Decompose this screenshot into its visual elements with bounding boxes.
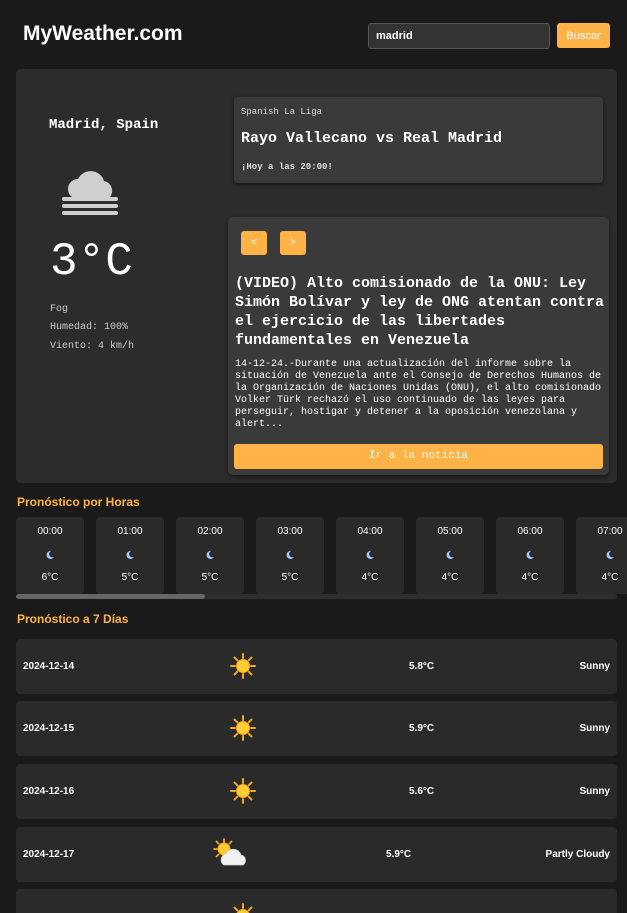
hour-time: 06:00: [517, 526, 543, 537]
day-condition: Sunny: [579, 786, 610, 797]
hour-time: 05:00: [437, 526, 463, 537]
hour-temp: 4°C: [441, 572, 459, 583]
sun-icon: [233, 903, 253, 913]
day-condition: Sunny: [579, 661, 610, 672]
site-logo[interactable]: MyWeather.com: [23, 22, 183, 46]
day-row: 2024-12-17 5.9°C Partly Cloudy: [16, 827, 617, 882]
moon-icon: [206, 550, 214, 559]
hour-time: 07:00: [597, 526, 623, 537]
day-date: 2024-12-14: [23, 661, 75, 672]
hour-card: 02:00 5°C: [176, 517, 244, 594]
news-link-button[interactable]: Ir a la noticia: [234, 444, 603, 469]
news-body: 14-12-24.-Durante una actualización del …: [235, 359, 602, 430]
day-date: 2024-12-15: [23, 723, 75, 734]
hourly-title: Pronóstico por Horas: [17, 495, 140, 509]
hour-time: 03:00: [277, 526, 303, 537]
moon-icon: [286, 550, 294, 559]
partly-cloudy-icon: [213, 838, 246, 866]
hour-card: 03:00 5°C: [256, 517, 324, 594]
moon-icon: [526, 550, 534, 559]
hour-temp: 6°C: [41, 572, 59, 583]
day-temp: 5.6°C: [409, 786, 435, 797]
sun-icon: [230, 653, 256, 679]
moon-icon: [446, 550, 454, 559]
day-row: [16, 889, 617, 913]
hour-card: 04:00 4°C: [336, 517, 404, 594]
moon-icon: [46, 550, 54, 559]
moon-icon: [606, 550, 614, 559]
sun-icon: [230, 715, 256, 741]
day-condition: Sunny: [579, 723, 610, 734]
daily-title: Pronóstico a 7 Días: [17, 612, 129, 626]
moon-icon: [126, 550, 134, 559]
wind-text: Viento: 4 km/h: [50, 341, 135, 352]
day-date: 2024-12-17: [23, 849, 75, 860]
hourly-strip[interactable]: 00:00 6°C 01:00 5°C 02:00 5°C 03:00 5°C …: [16, 517, 627, 594]
hour-time: 02:00: [197, 526, 223, 537]
hour-card: 01:00 5°C: [96, 517, 164, 594]
hour-card: 06:00 4°C: [496, 517, 564, 594]
match-time: ¡Hoy a las 20:00!: [241, 162, 333, 172]
day-temp: 5.9°C: [409, 723, 435, 734]
day-row: 2024-12-14 5.8°C Sunny: [16, 639, 617, 694]
sun-icon: [230, 778, 256, 804]
match-league: Spanish La Liga: [241, 107, 323, 117]
hour-time: 00:00: [37, 526, 63, 537]
search-button[interactable]: Buscar: [557, 23, 610, 48]
moon-icon: [366, 550, 374, 559]
hourly-scrollbar-thumb[interactable]: [16, 594, 205, 599]
hour-time: 04:00: [357, 526, 383, 537]
condition-text: Fog: [50, 304, 69, 315]
hour-temp: 5°C: [281, 572, 299, 583]
search-input[interactable]: [368, 23, 550, 49]
day-condition: Partly Cloudy: [545, 849, 610, 860]
city-name: Madrid, Spain: [49, 117, 159, 133]
news-title: (VIDEO) Alto comisionado de la ONU: Ley …: [235, 275, 605, 349]
day-temp: 5.8°C: [409, 661, 435, 672]
fog-icon: [62, 171, 118, 215]
hour-temp: 4°C: [361, 572, 379, 583]
hour-temp: 5°C: [201, 572, 219, 583]
day-temp: 5.9°C: [386, 849, 412, 860]
header: MyWeather.com Buscar: [0, 0, 627, 70]
news-prev-button[interactable]: <: [241, 231, 267, 255]
hour-time: 01:00: [117, 526, 143, 537]
hour-temp: 5°C: [121, 572, 139, 583]
day-date: 2024-12-16: [23, 786, 75, 797]
humidity-text: Humedad: 100%: [50, 322, 129, 333]
day-row: 2024-12-15 5.9°C Sunny: [16, 701, 617, 756]
news-next-button[interactable]: >: [280, 231, 306, 255]
hour-card: 00:00 6°C: [16, 517, 84, 594]
hour-card: 05:00 4°C: [416, 517, 484, 594]
current-temperature: 3°C: [50, 236, 133, 288]
match-teams: Rayo Vallecano vs Real Madrid: [241, 130, 503, 147]
day-row: 2024-12-16 5.6°C Sunny: [16, 764, 617, 819]
hour-temp: 4°C: [521, 572, 539, 583]
hour-temp: 4°C: [601, 572, 619, 583]
hour-card: 07:00 4°C: [576, 517, 627, 594]
